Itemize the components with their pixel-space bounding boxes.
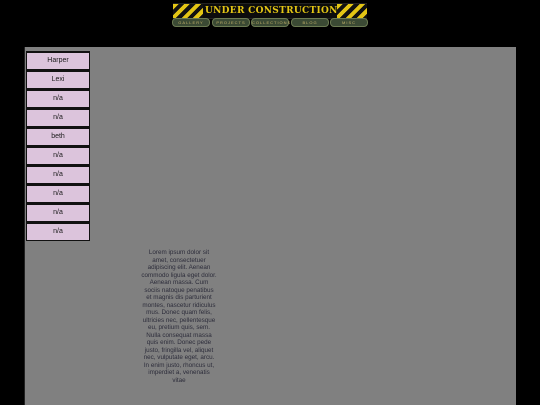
nav-blog-button[interactable]: Blog [291,18,329,27]
sidebar-item-na[interactable]: n/a [26,146,90,165]
banner-title: UNDER CONSTRUCTION [205,6,338,16]
hazard-stripes-icon [337,4,367,18]
nav-collections-button[interactable]: Collections [251,18,290,27]
sidebar-item-beth[interactable]: beth [26,127,90,146]
sidebar-item-na[interactable]: n/a [26,222,90,241]
nav-misc-button[interactable]: Misc [330,18,368,27]
main-panel: Harper Lexi n/a n/a beth n/a n/a n/a n/a… [24,47,516,405]
sidebar-item-na[interactable]: n/a [26,165,90,184]
sidebar-list: Harper Lexi n/a n/a beth n/a n/a n/a n/a… [26,51,90,241]
sidebar-item-na[interactable]: n/a [26,108,90,127]
under-construction-banner: UNDER CONSTRUCTION [173,3,367,19]
nav-gallery-button[interactable]: Gallery [172,18,210,27]
sidebar-item-na[interactable]: n/a [26,203,90,222]
sidebar-item-na[interactable]: n/a [26,89,90,108]
sidebar-item-harper[interactable]: Harper [26,51,90,70]
sidebar-item-lexi[interactable]: Lexi [26,70,90,89]
nav-projects-button[interactable]: Projects [212,18,250,27]
top-nav: Gallery Projects Collections Blog Misc [172,18,368,27]
sidebar-item-na[interactable]: n/a [26,184,90,203]
body-text: Lorem ipsum dolor sit amet, consectetuer… [141,249,217,384]
hazard-stripes-icon [173,4,203,18]
